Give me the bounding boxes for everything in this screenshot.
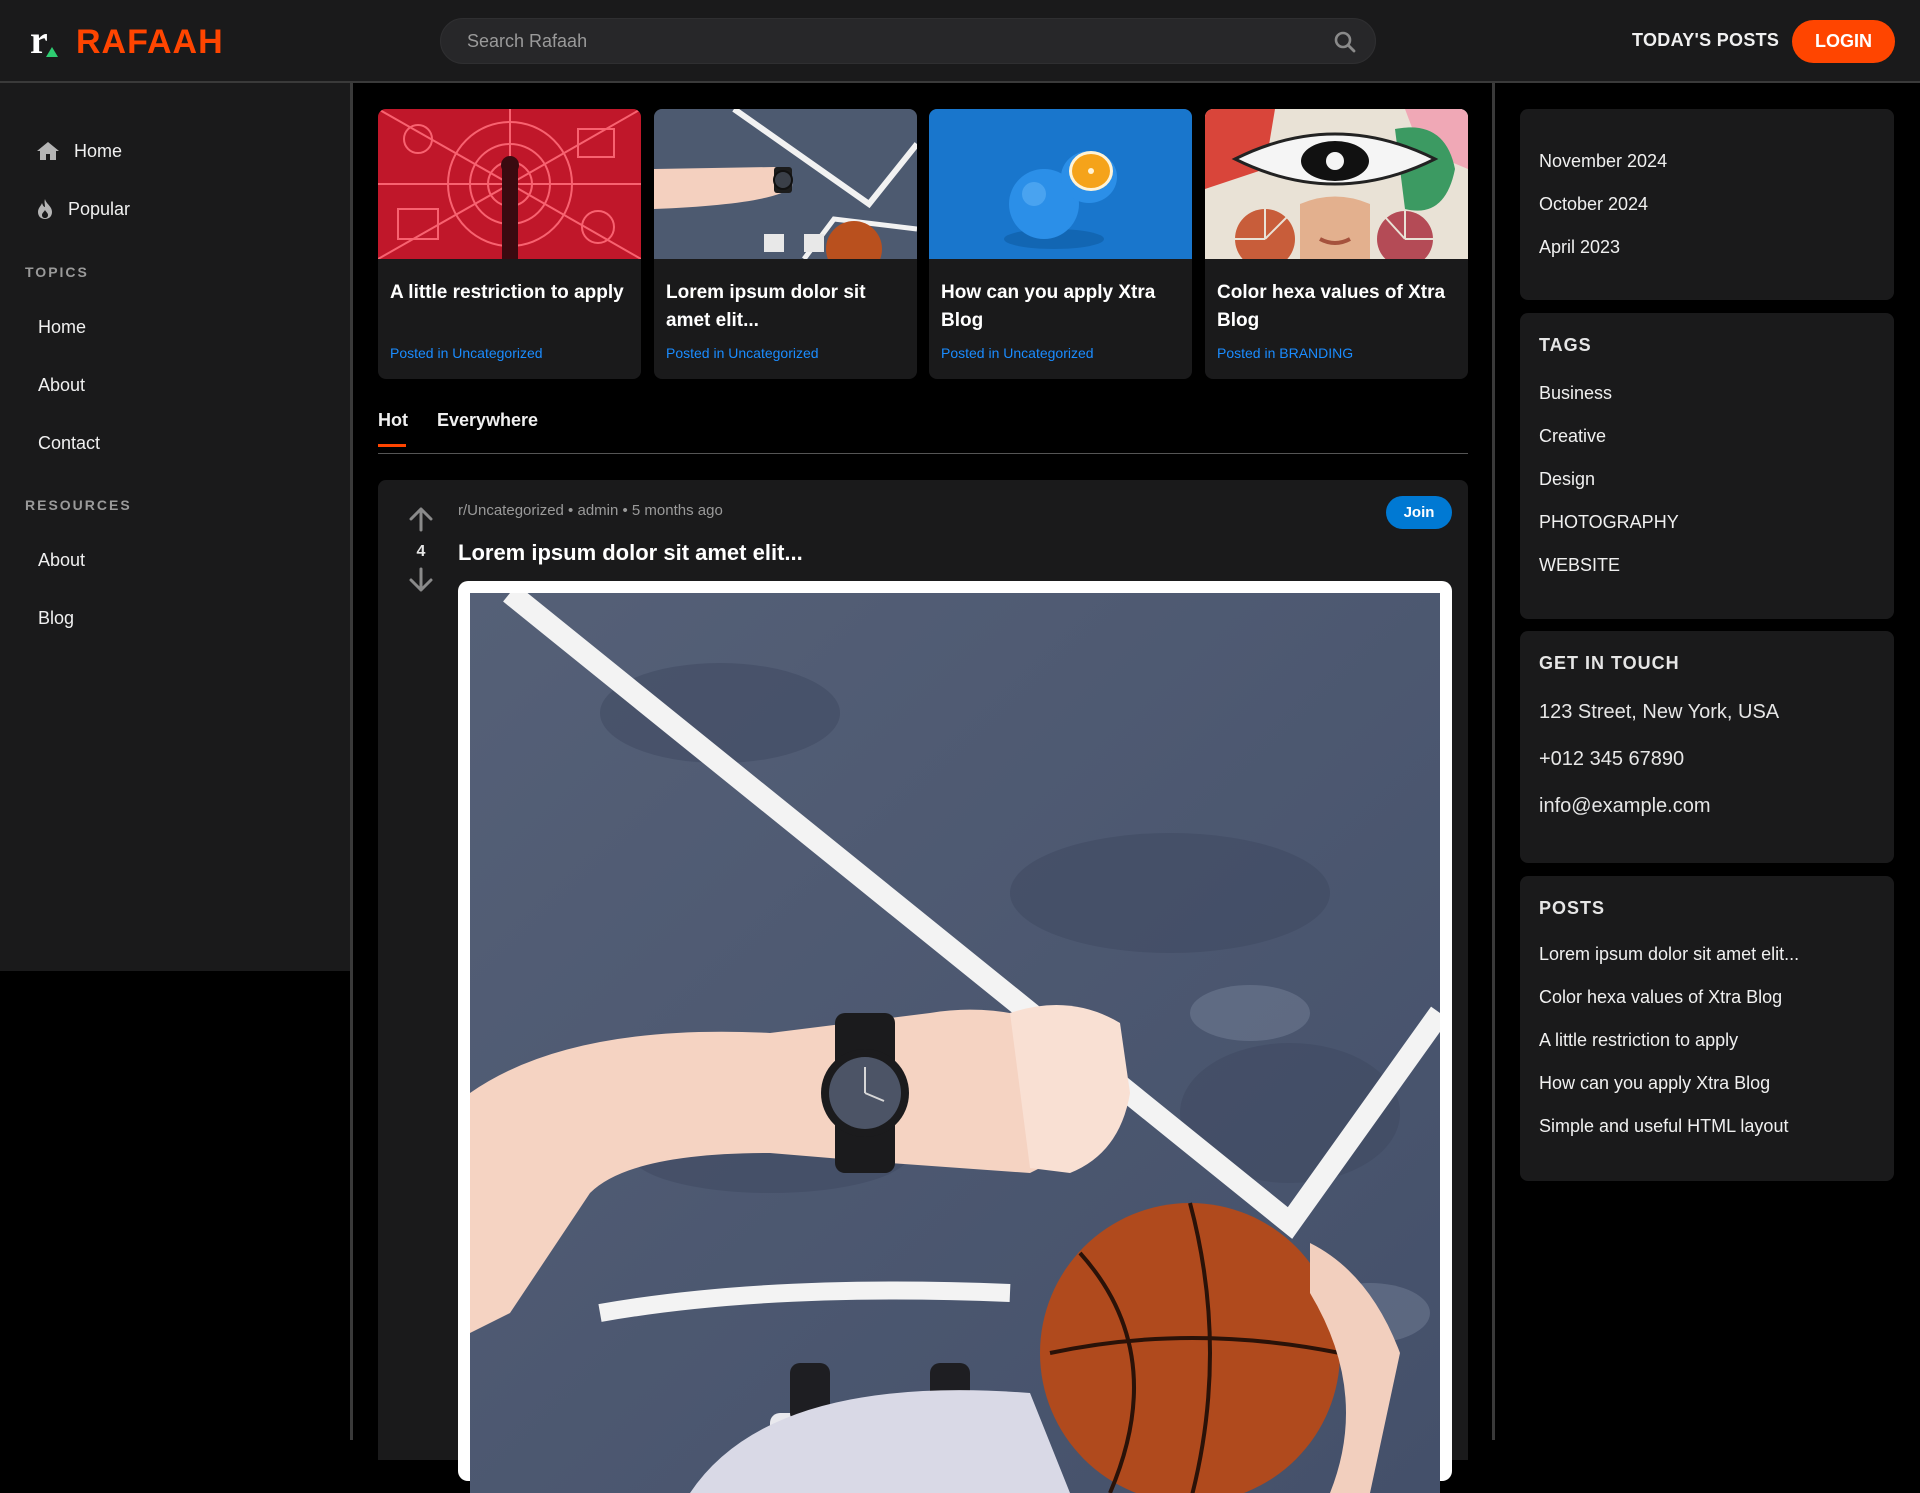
featured-category[interactable]: Posted in Uncategorized: [666, 345, 819, 361]
vote-count: 4: [416, 543, 426, 560]
post-card: 4 r/Uncategorized • admin • 5 months ago…: [378, 480, 1468, 1493]
resource-link-blog[interactable]: Blog: [38, 608, 74, 629]
featured-category[interactable]: Posted in BRANDING: [1217, 345, 1353, 361]
join-button[interactable]: Join: [1386, 496, 1452, 529]
active-tab-indicator: [378, 444, 406, 447]
search-input[interactable]: [465, 19, 1305, 63]
tab-hot[interactable]: Hot: [378, 410, 408, 431]
featured-card[interactable]: How can you apply Xtra Blog Posted in Un…: [929, 109, 1192, 379]
archive-link[interactable]: November 2024: [1539, 151, 1667, 172]
tag-link[interactable]: PHOTOGRAPHY: [1539, 512, 1679, 533]
topic-link-about[interactable]: About: [38, 375, 85, 396]
search-icon[interactable]: [1333, 30, 1357, 54]
site-logo[interactable]: r RAFAAH: [30, 20, 224, 62]
tabs-divider: [378, 453, 1468, 454]
contact-phone: +012 345 67890: [1539, 748, 1685, 770]
featured-card[interactable]: A little restriction to apply Posted in …: [378, 109, 641, 379]
logo-triangle: [46, 47, 58, 57]
logo-text: RAFAAH: [76, 22, 224, 61]
post-image[interactable]: [470, 593, 1440, 1493]
featured-category[interactable]: Posted in Uncategorized: [390, 345, 543, 361]
featured-thumbnail: [929, 109, 1192, 259]
featured-title: How can you apply Xtra Blog: [941, 282, 1156, 331]
featured-title: Lorem ipsum dolor sit amet elit...: [666, 282, 866, 331]
recent-post-link[interactable]: A little restriction to apply: [1539, 1030, 1738, 1051]
sidebar-item-home[interactable]: Home: [36, 140, 122, 162]
sidebar-item-label: Home: [74, 140, 123, 161]
tag-link[interactable]: WEBSITE: [1539, 555, 1620, 576]
archive-widget: November 2024 October 2024 April 2023: [1520, 109, 1894, 300]
featured-category[interactable]: Posted in Uncategorized: [941, 345, 1094, 361]
left-divider: [350, 83, 353, 1440]
featured-thumbnail: [654, 109, 917, 259]
contact-address: 123 Street, New York, USA: [1539, 701, 1780, 723]
recent-post-link[interactable]: Simple and useful HTML layout: [1539, 1116, 1788, 1137]
login-button[interactable]: LOGIN: [1792, 20, 1895, 63]
contact-title: GET IN TOUCH: [1539, 653, 1680, 673]
resource-link-about[interactable]: About: [38, 550, 85, 571]
topic-link-home[interactable]: Home: [38, 317, 86, 338]
topic-link-contact[interactable]: Contact: [38, 433, 100, 454]
post-title[interactable]: Lorem ipsum dolor sit amet elit...: [458, 540, 803, 566]
home-icon: [37, 142, 59, 160]
topics-heading: TOPICS: [25, 264, 89, 280]
vote-widget: 4: [406, 506, 436, 598]
recent-post-link[interactable]: Lorem ipsum dolor sit amet elit...: [1539, 944, 1799, 965]
featured-thumbnail: [1205, 109, 1468, 259]
contact-email[interactable]: info@example.com: [1539, 795, 1710, 818]
sidebar-item-popular[interactable]: Popular: [36, 198, 130, 220]
post-meta: r/Uncategorized • admin • 5 months ago: [458, 502, 723, 519]
downvote-arrow-icon[interactable]: [408, 567, 434, 593]
upvote-arrow-icon[interactable]: [408, 506, 434, 532]
tab-everywhere[interactable]: Everywhere: [437, 410, 538, 431]
archive-link[interactable]: October 2024: [1539, 194, 1648, 215]
featured-title: A little restriction to apply: [390, 282, 624, 303]
tag-link[interactable]: Design: [1539, 469, 1595, 490]
sidebar-item-label: Popular: [68, 198, 131, 219]
featured-card[interactable]: Lorem ipsum dolor sit amet elit... Poste…: [654, 109, 917, 379]
logo-mark: r: [30, 20, 60, 60]
posts-title: POSTS: [1539, 898, 1606, 918]
tag-link[interactable]: Business: [1539, 383, 1612, 404]
search-bar: [440, 18, 1376, 64]
post-image-frame: [458, 581, 1452, 1493]
resources-heading: RESOURCES: [25, 497, 132, 513]
tag-link[interactable]: Creative: [1539, 426, 1606, 447]
right-divider: [1492, 83, 1495, 1440]
flame-icon: [38, 199, 52, 219]
tags-title: TAGS: [1539, 335, 1592, 355]
recent-post-link[interactable]: Color hexa values of Xtra Blog: [1539, 987, 1782, 1008]
featured-card[interactable]: Color hexa values of Xtra Blog Posted in…: [1205, 109, 1468, 379]
featured-thumbnail: [378, 109, 641, 259]
archive-link[interactable]: April 2023: [1539, 237, 1620, 258]
tags-widget: TAGS Business Creative Design PHOTOGRAPH…: [1520, 313, 1894, 619]
posts-widget: POSTS Lorem ipsum dolor sit amet elit...…: [1520, 876, 1894, 1181]
todays-posts-link[interactable]: TODAY'S POSTS: [1632, 30, 1779, 51]
contact-widget: GET IN TOUCH 123 Street, New York, USA +…: [1520, 631, 1894, 863]
top-header: r RAFAAH TODAY'S POSTS LOGIN: [0, 0, 1920, 83]
featured-title: Color hexa values of Xtra Blog: [1217, 282, 1446, 331]
recent-post-link[interactable]: How can you apply Xtra Blog: [1539, 1073, 1770, 1094]
